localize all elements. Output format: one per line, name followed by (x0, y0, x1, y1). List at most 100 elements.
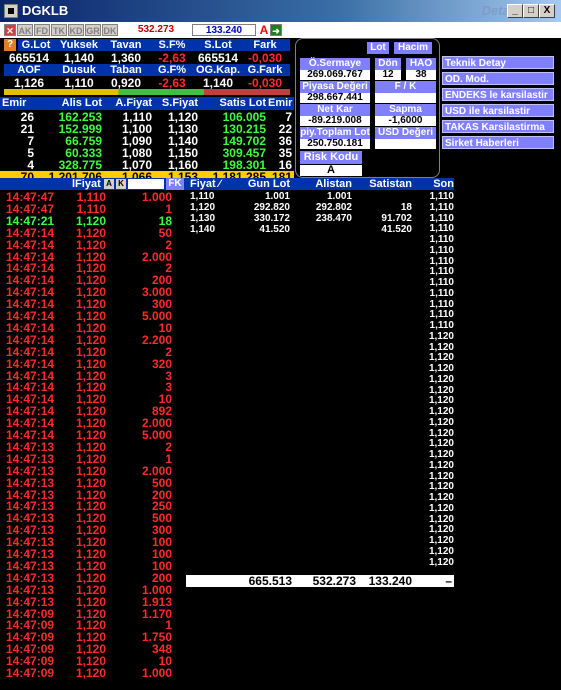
depth-header-4: Satis Lot (219, 97, 266, 109)
son-cell-34: 1,120 (428, 556, 454, 568)
son-cell-29: 1,120 (428, 502, 454, 514)
son-cell-6: 1,110 (429, 255, 454, 267)
arrow-icon[interactable]: ➜ (270, 24, 282, 36)
summary-header-b-5: G.Fark (240, 64, 290, 76)
nav-button-3[interactable]: USD ile karsilastir (442, 104, 554, 117)
nav-button-5[interactable]: Sirket Haberleri (442, 136, 554, 149)
app-icon (4, 4, 18, 18)
nav-button-0[interactable]: Teknik Detay (442, 56, 554, 69)
sapma-value: -1,6000 (375, 116, 436, 126)
summary-header-b-2: Taban (104, 64, 148, 76)
close-x-icon[interactable]: ✕ (4, 24, 16, 36)
summary-value-b-1: 1,110 (54, 77, 104, 89)
trade-time-13: 14:47:14 (6, 344, 55, 359)
summary-header-a-3: S.F% (148, 39, 196, 51)
nav-button-2[interactable]: ENDEKS le karsilastir (442, 88, 554, 101)
summary-header-b-3: G.F% (148, 64, 196, 76)
nav-button-4[interactable]: TAKAS Karsilastirma (442, 120, 554, 133)
usd-value (375, 139, 436, 149)
son-cell-2: 1,110 (429, 212, 454, 224)
son-cell-25: 1,120 (428, 459, 454, 471)
trade-price-13: 1,120 (75, 344, 106, 359)
son-cell-32: 1,120 (428, 535, 454, 546)
trade-lot-5: 2.000 (141, 249, 172, 264)
trade-time-22: 14:47:13 (6, 451, 55, 466)
trade-lot-33: 1.000 (141, 582, 172, 597)
son-cell-10: 1,110 (429, 298, 454, 310)
trade-price-23: 1,120 (75, 463, 106, 478)
summary-header-a-5: Fark (240, 39, 290, 51)
son-cell-33: 1,120 (428, 545, 454, 557)
sort-k-button[interactable]: K (116, 179, 126, 189)
total-satistan: 133.240 (368, 574, 412, 588)
trade-lot-35: 1.170 (141, 606, 172, 621)
maximize-button[interactable]: □ (523, 4, 539, 18)
sort-a-button[interactable]: A (104, 179, 114, 189)
volume-header-4[interactable]: Son (418, 178, 454, 190)
volume-cell-3-1: 41.520 (259, 224, 290, 235)
son-cell-18: 1,120 (428, 384, 454, 396)
summary-header-a-2: Tavan (104, 39, 148, 51)
toolbar-button-fd[interactable]: FD (34, 24, 50, 36)
toolbar-button-ak[interactable]: AK (17, 24, 33, 36)
trade-lot-34: 1.913 (141, 594, 172, 609)
toolbar-badge[interactable]: A (258, 24, 270, 36)
son-cell-20: 1,120 (428, 406, 454, 417)
hacim-toggle[interactable]: Hacim (394, 42, 432, 54)
son-cell-1: 1,110 (429, 201, 454, 213)
volume-cell-3-3: 41.520 (381, 224, 412, 235)
volume-cell-3-0: 1,140 (190, 224, 216, 235)
volume-cell-0-2: 1.001 (326, 191, 352, 202)
volume-header-1[interactable]: Gun Lot (228, 178, 290, 190)
help-icon[interactable]: ? (4, 39, 16, 51)
volume-header-2[interactable]: Alistan (300, 178, 352, 190)
depth-header-2: A.Fiyat (115, 97, 152, 109)
trade-lot-12: 2.200 (141, 332, 172, 347)
hao-value: 38 (406, 70, 436, 80)
toolbar-button-dk[interactable]: DK (102, 24, 118, 36)
trade-lot-4: 2 (165, 237, 172, 252)
toolbar-button-gr[interactable]: GR (85, 24, 101, 36)
son-cell-13: 1,120 (428, 330, 454, 342)
volume-header-3[interactable]: Satistan (356, 178, 412, 190)
trade-lot-32: 200 (151, 570, 172, 585)
fk-button[interactable]: FK (166, 178, 184, 190)
close-button[interactable]: X (539, 4, 555, 18)
volume-cell-2-1: 330.172 (253, 213, 290, 224)
summary-header-b-1: Dusuk (54, 64, 104, 76)
risk-value: A (300, 165, 362, 176)
trade-lot-24: 500 (151, 475, 172, 490)
volume-cell-0-3 (356, 191, 412, 202)
volume-cell-0-1: 1.001 (264, 191, 290, 202)
trade-time-32: 14:47:13 (6, 570, 55, 585)
trade-lot-40: 1.000 (141, 666, 172, 680)
trade-price-4: 1,120 (75, 237, 106, 252)
volume-cell-0-0: 1,110 (190, 191, 215, 202)
trade-lot-22: 1 (165, 451, 172, 466)
trade-time-3: 14:47:14 (6, 225, 55, 240)
toolbar-button-tk[interactable]: TK (51, 24, 67, 36)
trade-price-40: 1,120 (75, 666, 106, 680)
trade-time-2: 14:47:21 (6, 213, 55, 228)
trade-price-24: 1,120 (75, 475, 106, 490)
minimize-button[interactable]: _ (507, 4, 523, 18)
title-bar[interactable]: DGKLB Detay _ □ X (0, 0, 561, 22)
trade-time-40: 14:47:09 (6, 666, 55, 680)
son-cell-16: 1,120 (428, 363, 454, 374)
trade-time-4: 14:47:14 (6, 237, 55, 252)
lot-toggle[interactable]: Lot (367, 42, 389, 54)
toolbar-button-kd[interactable]: KD (68, 24, 84, 36)
volume-cell-1-3: 18 (400, 202, 412, 213)
trade-lot-21: 2 (165, 439, 172, 454)
depth-header-3: S.Fiyat (161, 97, 198, 109)
son-cell-0: 1,110 (429, 191, 454, 202)
nav-button-1[interactable]: OD. Mod. (442, 72, 554, 85)
volume-cell-1-1: 292.820 (253, 202, 290, 213)
depth-header-0: Emir (2, 97, 27, 109)
volume-header-0[interactable]: Fiyat ⁄ (190, 178, 226, 190)
filter-input[interactable] (128, 179, 164, 189)
piytoplam-value: 250.750.181 (300, 139, 370, 149)
volume-cell-1-2: 292.802 (315, 202, 352, 213)
son-cell-23: 1,120 (428, 438, 454, 450)
summary-header-a-1: Yuksek (54, 39, 104, 51)
